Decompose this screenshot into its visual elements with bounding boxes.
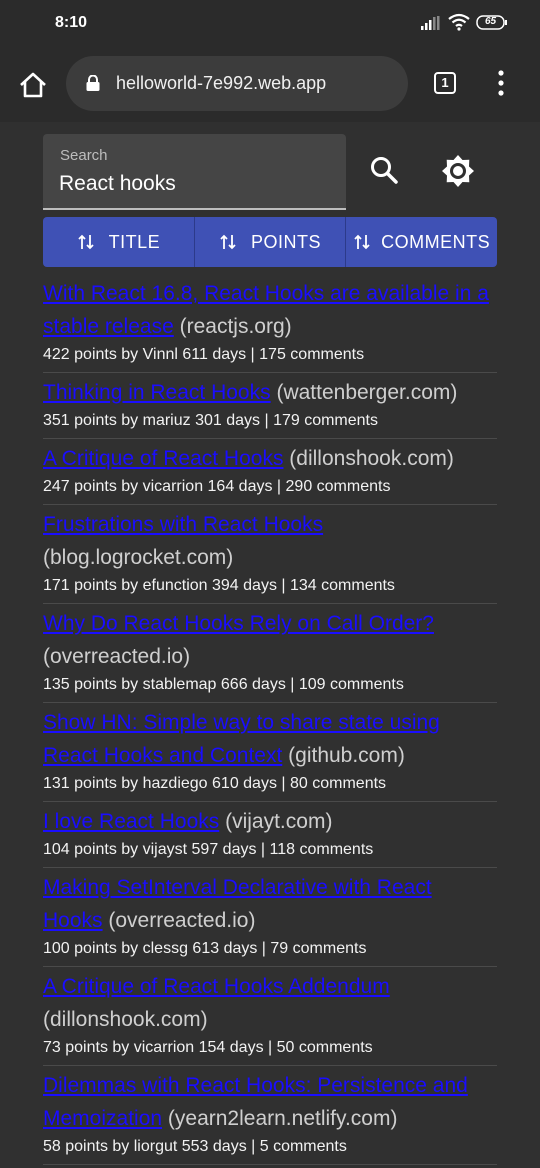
search-input[interactable] — [59, 170, 329, 198]
signal-icon — [421, 16, 440, 30]
story-meta: 100 points by clessg 613 days | 79 comme… — [43, 940, 367, 957]
search-label: Search — [60, 147, 108, 164]
story-domain: (dillonshook.com) — [43, 1008, 208, 1031]
battery-icon: 65 — [476, 15, 508, 30]
brightness-icon[interactable] — [440, 153, 476, 189]
list-item: Why Do React Hooks Rely on Call Order? (… — [43, 607, 497, 703]
sort-comments-button[interactable]: COMMENTS — [346, 217, 497, 267]
story-title-link[interactable]: Thinking in React Hooks — [43, 381, 271, 404]
story-meta: 58 points by liorgut 553 days | 5 commen… — [43, 1138, 347, 1155]
wifi-icon — [448, 13, 470, 31]
sort-button-group: TITLE POINTS COMMENTS — [43, 217, 497, 267]
story-meta: 73 points by vicarrion 154 days | 50 com… — [43, 1039, 373, 1056]
list-item: With React 16.8, React Hooks are availab… — [43, 277, 497, 373]
story-meta: 131 points by hazdiego 610 days | 80 com… — [43, 775, 387, 792]
sort-comments-label: COMMENTS — [381, 231, 491, 252]
story-domain: (dillonshook.com) — [289, 447, 454, 470]
story-domain: (github.com) — [288, 744, 405, 767]
browser-toolbar: helloworld-7e992.web.app 1 — [0, 44, 540, 122]
url-text: helloworld-7e992.web.app — [116, 73, 327, 93]
story-meta: 247 points by vicarrion 164 days | 290 c… — [43, 478, 391, 495]
story-domain: (overreacted.io) — [43, 645, 191, 668]
story-domain: (yearn2learn.netlify.com) — [167, 1107, 398, 1130]
tab-switcher-button[interactable]: 1 — [434, 72, 456, 94]
story-meta: 104 points by vijayst 597 days | 118 com… — [43, 841, 374, 858]
status-bar: 8:10 65 — [0, 0, 540, 44]
sort-title-label: TITLE — [108, 231, 161, 252]
story-domain: (blog.logrocket.com) — [43, 546, 234, 569]
list-item: Show HN: Simple way to share state using… — [43, 706, 497, 802]
results-list: With React 16.8, React Hooks are availab… — [43, 277, 497, 1168]
more-menu-icon[interactable] — [496, 69, 506, 97]
story-domain: (overreacted.io) — [108, 909, 256, 932]
sort-title-button[interactable]: TITLE — [43, 217, 195, 267]
search-field[interactable]: Search — [43, 134, 346, 210]
list-item: A Critique of React Hooks Addendum (dill… — [43, 970, 497, 1066]
story-domain: (reactjs.org) — [179, 315, 292, 338]
sort-points-label: POINTS — [251, 231, 322, 252]
search-icon[interactable] — [368, 154, 400, 188]
story-meta: 135 points by stablemap 666 days | 109 c… — [43, 676, 404, 693]
sort-icon — [77, 234, 94, 250]
story-domain: (vijayt.com) — [225, 810, 333, 833]
story-meta: 351 points by mariuz 301 days | 179 comm… — [43, 412, 378, 429]
story-domain: (wattenberger.com) — [276, 381, 458, 404]
story-title-link[interactable]: I love React Hooks — [43, 810, 219, 833]
url-bar[interactable]: helloworld-7e992.web.app — [66, 56, 408, 111]
story-meta: 171 points by efunction 394 days | 134 c… — [43, 577, 395, 594]
story-meta: 422 points by Vinnl 611 days | 175 comme… — [43, 346, 365, 363]
story-title-link[interactable]: Frustrations with React Hooks — [43, 513, 323, 536]
sort-icon — [220, 234, 236, 250]
list-item: Frustrations with React Hooks (blog.logr… — [43, 508, 497, 604]
status-time: 8:10 — [55, 14, 88, 31]
sort-icon — [354, 234, 370, 250]
story-title-link[interactable]: A Critique of React Hooks — [43, 447, 283, 470]
list-item: Making SetInterval Declarative with Reac… — [43, 871, 497, 967]
list-item: Thinking in React Hooks (wattenberger.co… — [43, 376, 497, 439]
battery-level: 65 — [484, 16, 497, 27]
story-title-link[interactable]: Why Do React Hooks Rely on Call Order? — [43, 612, 434, 635]
story-title-link[interactable]: A Critique of React Hooks Addendum — [43, 975, 390, 998]
sort-points-button[interactable]: POINTS — [195, 217, 347, 267]
list-item: A Critique of React Hooks (dillonshook.c… — [43, 442, 497, 505]
lock-icon — [86, 75, 100, 91]
home-icon[interactable] — [18, 70, 48, 100]
list-item: I love React Hooks (vijayt.com) 104 poin… — [43, 805, 497, 868]
list-item: Dilemmas with React Hooks: Persistence a… — [43, 1069, 497, 1165]
